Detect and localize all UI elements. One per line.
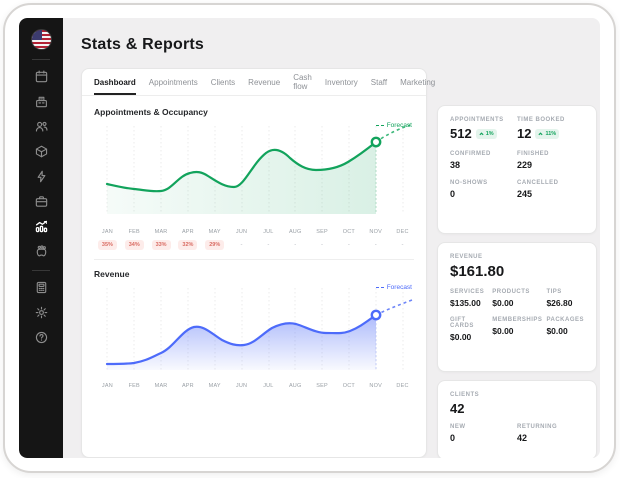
tab-inventory[interactable]: Inventory xyxy=(325,69,358,95)
stat-appointments: APPOINTMENTS 512 1% xyxy=(450,117,517,141)
occupancy-empty: - xyxy=(294,242,296,248)
chevron-up-icon xyxy=(538,132,543,136)
sales-register-icon[interactable] xyxy=(27,89,55,114)
tab-bar: Dashboard Appointments Clients Revenue C… xyxy=(82,69,426,96)
stat-confirmed: CONFIRMED 38 xyxy=(450,151,517,170)
stat-finished: FINISHED 229 xyxy=(517,151,584,170)
stat-products: PRODUCTS $0.00 xyxy=(492,289,542,308)
time-booked-value: 12 xyxy=(517,126,531,141)
occupancy-badges: 35% 34% 33% 32% 29% - - - - - - - xyxy=(94,240,416,250)
month-axis: JANFEBMARAPRMAYJUNJULAUGSEPOCTNOVDEC xyxy=(94,383,416,389)
products-icon[interactable] xyxy=(27,139,55,164)
forecast-legend-blue: Forecast xyxy=(376,284,412,291)
tablet-frame: ▾ xyxy=(3,3,616,473)
marketing-icon[interactable] xyxy=(27,239,55,264)
occupancy-empty: - xyxy=(321,242,323,248)
occupancy-badge: 33% xyxy=(152,240,171,250)
revenue-chart-title: Revenue xyxy=(94,269,414,279)
forecast-dash-icon xyxy=(376,125,384,126)
occupancy-empty: - xyxy=(241,242,243,248)
stat-packages: PACKAGES $0.00 xyxy=(546,317,584,342)
stat-services: SERVICES $135.00 xyxy=(450,289,488,308)
stat-gift-cards: GIFT CARDS $0.00 xyxy=(450,317,488,342)
appointments-line-chart xyxy=(94,120,416,228)
app-screen: ▾ xyxy=(19,18,600,458)
quick-actions-icon[interactable] xyxy=(27,164,55,189)
occupancy-badge: 34% xyxy=(125,240,144,250)
series-end-marker xyxy=(372,138,380,146)
tab-revenue[interactable]: Revenue xyxy=(248,69,280,95)
appointments-chart-title: Appointments & Occupancy xyxy=(94,107,414,117)
charts-card: Dashboard Appointments Clients Revenue C… xyxy=(81,68,427,458)
revenue-label: REVENUE xyxy=(450,254,584,260)
clients-label: CLIENTS xyxy=(450,392,584,398)
tab-marketing[interactable]: Marketing xyxy=(400,69,435,95)
clients-icon[interactable] xyxy=(27,114,55,139)
occupancy-empty: - xyxy=(348,242,350,248)
series-end-marker xyxy=(372,311,380,319)
settings-icon[interactable] xyxy=(27,300,55,325)
clients-stats-card: CLIENTS 42 NEW 0 RETURNING 42 xyxy=(437,380,597,458)
forecast-legend-green: Forecast xyxy=(376,122,412,129)
card-terminal-icon[interactable] xyxy=(27,275,55,300)
occupancy-badge: 35% xyxy=(98,240,117,250)
briefcase-icon[interactable] xyxy=(27,189,55,214)
stat-returning-clients: RETURNING 42 xyxy=(517,424,584,443)
time-booked-delta-badge: 11% xyxy=(535,129,559,139)
sidebar-divider xyxy=(32,59,50,60)
stat-no-shows: NO-SHOWS 0 xyxy=(450,180,517,199)
occupancy-empty: - xyxy=(375,242,377,248)
appointments-value: 512 xyxy=(450,126,472,141)
stat-tips: TIPS $26.80 xyxy=(546,289,584,308)
chevron-up-icon xyxy=(479,132,484,136)
tab-staff[interactable]: Staff xyxy=(371,69,387,95)
forecast-dash-icon xyxy=(376,287,384,288)
tab-appointments[interactable]: Appointments xyxy=(149,69,198,95)
sidebar: ▾ xyxy=(19,18,63,458)
tab-clients[interactable]: Clients xyxy=(211,69,235,95)
occupancy-badge: 32% xyxy=(178,240,197,250)
revenue-area-chart xyxy=(94,282,416,382)
calendar-icon[interactable] xyxy=(27,64,55,89)
appointments-stats-card: APPOINTMENTS 512 1% TIME BOOKED 12 11% xyxy=(437,105,597,234)
revenue-total: $161.80 xyxy=(450,263,584,280)
tab-dashboard[interactable]: Dashboard xyxy=(94,69,136,95)
revenue-section: Revenue Forecast xyxy=(82,260,426,389)
month-axis: JANFEBMARAPRMAYJUNJULAUGSEPOCTNOVDEC xyxy=(94,229,416,235)
appointments-delta-badge: 1% xyxy=(476,129,497,139)
stat-time-booked: TIME BOOKED 12 11% xyxy=(517,117,584,141)
profile-avatar-us-flag[interactable] xyxy=(31,29,52,50)
main-area: Stats & Reports Dashboard Appointments C… xyxy=(63,18,600,458)
occupancy-empty: - xyxy=(402,242,404,248)
tablet-mockup: ▾ xyxy=(0,0,620,478)
revenue-stats-card: REVENUE $161.80 SERVICES $135.00 PRODUCT… xyxy=(437,242,597,372)
page-title: Stats & Reports xyxy=(81,36,204,54)
occupancy-badge: 29% xyxy=(205,240,224,250)
clients-total: 42 xyxy=(450,401,584,416)
tab-cash-flow[interactable]: Cash flow xyxy=(293,69,312,95)
help-icon[interactable] xyxy=(27,325,55,350)
sidebar-divider xyxy=(32,270,50,271)
stat-cancelled: CANCELLED 245 xyxy=(517,180,584,199)
stat-new-clients: NEW 0 xyxy=(450,424,517,443)
occupancy-empty: - xyxy=(267,242,269,248)
appointments-occupancy-section: Appointments & Occupancy Forecast xyxy=(82,96,426,260)
stat-memberships: MEMBERSHIPS $0.00 xyxy=(492,317,542,342)
stats-icon[interactable] xyxy=(27,214,55,239)
